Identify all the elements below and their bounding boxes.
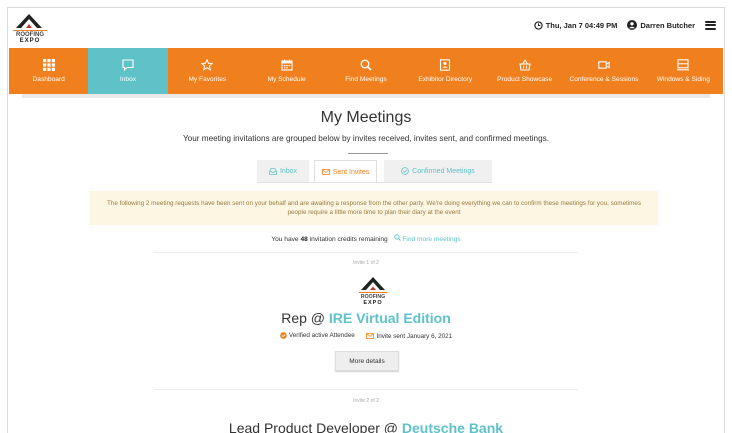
search-icon [393, 234, 401, 241]
verified-text: Verified active Attendee [288, 332, 355, 339]
svg-text:EXPO: EXPO [363, 300, 382, 305]
nav-find-meetings[interactable]: Find Meetings [326, 48, 405, 94]
nav-conference-sessions[interactable]: Conference & Sessions [564, 48, 643, 94]
envelope-icon [321, 169, 330, 175]
top-bar: ROOFING EXPO Thu, Jan 7 04:49 PM Darren … [8, 8, 724, 47]
nav-label: Product Showcase [497, 76, 553, 83]
find-more-meetings-link[interactable]: Find more meetings [393, 234, 461, 243]
nav-my-favorites[interactable]: My Favorites [168, 48, 247, 94]
roofing-expo-logo[interactable]: ROOFING EXPO [12, 11, 48, 43]
nav-shadow [22, 94, 710, 98]
nav-inbox[interactable]: Inbox [88, 48, 168, 94]
page-title: My Meetings [320, 109, 412, 126]
nav-label: Windows & Siding [656, 76, 710, 83]
verified-badge: Verified active Attendee [280, 332, 355, 339]
nav-label: Exhibitor Directory [418, 76, 473, 83]
search-icon [360, 59, 372, 71]
invite-sent-text: Invite sent January 6, 2021 [376, 332, 453, 340]
hamburger-menu-icon[interactable] [705, 20, 716, 30]
svg-text:EXPO: EXPO [20, 38, 41, 43]
meeting-tabs: Inbox Sent Invites Confirmed Meetings [257, 160, 492, 183]
header-right: Thu, Jan 7 04:49 PM Darren Butcher [534, 20, 716, 30]
user-menu[interactable]: Darren Butcher [627, 20, 695, 30]
directory-icon [440, 59, 451, 71]
tab-inbox[interactable]: Inbox [257, 160, 309, 183]
grid-icon [42, 59, 55, 71]
nav-product-showcase[interactable]: Product Showcase [485, 48, 564, 94]
credits-suffix: invitation credits remaining [309, 236, 388, 243]
credits-row: You have 48 invitation credits remaining… [8, 234, 724, 243]
main-nav: Dashboard Inbox My Favorites My Schedule… [9, 48, 723, 94]
clock-icon [534, 20, 543, 30]
invite-status: Verified active Attendee Invite sent Jan… [8, 332, 724, 341]
nav-label: My Schedule [267, 76, 306, 83]
pending-notice: The following 2 meeting requests have be… [90, 191, 658, 225]
invite-separator [154, 252, 578, 253]
user-avatar-icon [627, 20, 638, 30]
more-details-button[interactable]: More details [335, 351, 399, 371]
credits-prefix: You have [271, 236, 299, 243]
invite-sent-badge: Invite sent January 6, 2021 [366, 333, 452, 340]
tab-inbox-label: Inbox [279, 167, 298, 175]
invite-company[interactable]: Deutsche Bank [402, 420, 503, 433]
invite-counter: Invite 2 of 2 [353, 398, 379, 404]
invite-heading: Rep @ IRE Virtual Edition [8, 310, 724, 326]
credits-count: 48 [300, 236, 308, 243]
nav-exhibitor-directory[interactable]: Exhibitor Directory [406, 48, 485, 94]
message-icon [122, 59, 134, 71]
invite-role: Lead Product Developer @ [228, 420, 399, 433]
nav-label: Conference & Sessions [569, 76, 639, 83]
envelope-icon [366, 333, 375, 339]
video-icon [598, 61, 610, 69]
calendar-icon [281, 59, 293, 71]
invite-company[interactable]: IRE Virtual Edition [329, 310, 451, 326]
inbox-icon [269, 167, 277, 175]
nav-label: My Favorites [188, 76, 227, 83]
nav-windows-siding[interactable]: Windows & Siding [644, 48, 723, 94]
clock-display: Thu, Jan 7 04:49 PM [534, 20, 618, 30]
page-subtitle: Your meeting invitations are grouped bel… [182, 134, 550, 143]
check-circle-icon [401, 167, 409, 175]
tabs-underline [257, 182, 487, 183]
tab-sent-invites[interactable]: Sent Invites [314, 160, 377, 183]
nav-my-schedule[interactable]: My Schedule [247, 48, 326, 94]
title-divider [348, 153, 388, 154]
nav-label: Find Meetings [345, 76, 387, 83]
window-icon [677, 59, 690, 71]
notice-line-2: people require a little more time to pla… [287, 209, 461, 216]
datetime-text: Thu, Jan 7 04:49 PM [545, 20, 618, 30]
user-name: Darren Butcher [640, 20, 695, 30]
find-more-label: Find more meetings [402, 236, 461, 243]
nav-dashboard[interactable]: Dashboard [9, 48, 88, 94]
star-icon [201, 59, 214, 71]
invite-heading: Lead Product Developer @ Deutsche Bank [8, 420, 724, 433]
tab-confirmed-label: Confirmed Meetings [412, 167, 475, 175]
company-logo: ROOFING EXPO [358, 274, 388, 306]
invite-separator [154, 389, 578, 390]
verified-check-icon [280, 332, 287, 339]
notice-line-1: The following 2 meeting requests have be… [106, 200, 642, 207]
app-window: ROOFING EXPO Thu, Jan 7 04:49 PM Darren … [7, 7, 725, 433]
nav-label: Dashboard [32, 76, 65, 83]
invite-counter: Invite 1 of 2 [353, 260, 379, 266]
tab-sent-label: Sent Invites [332, 168, 370, 176]
invite-role: Rep @ [281, 310, 326, 326]
basket-icon [518, 59, 531, 71]
tab-confirmed-meetings[interactable]: Confirmed Meetings [384, 160, 492, 183]
nav-label: Inbox [119, 76, 137, 83]
